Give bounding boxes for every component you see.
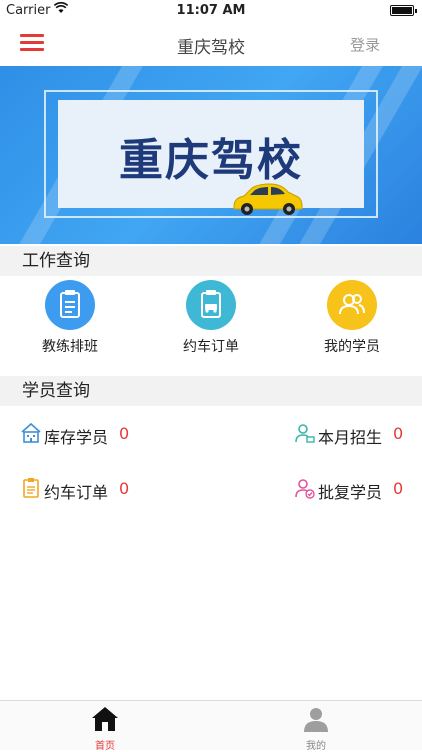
stock-students-label: 库存学员 (44, 428, 109, 447)
home-icon (92, 707, 118, 731)
banner[interactable]: 重庆驾校 (0, 66, 422, 244)
car-booking-orders-label: 约车订单 (183, 339, 239, 355)
students-icon (327, 280, 377, 330)
tab-bar: 首页 我的 (0, 700, 422, 752)
status-bar: Carrier 11:07 AM (0, 0, 422, 22)
banner-title: 重庆驾校 (119, 135, 303, 186)
student-query-header: 学员查询 (0, 376, 422, 406)
login-button[interactable]: 登录 (350, 34, 380, 55)
car-booking-orders-button[interactable]: 约车订单 (151, 280, 271, 356)
tab-home[interactable]: 首页 (75, 705, 135, 752)
approved-students-label: 批复学员 (318, 483, 383, 502)
user-icon (304, 708, 328, 732)
car-order-icon (186, 280, 236, 330)
list-icon (20, 477, 42, 503)
my-students-button[interactable]: 我的学员 (292, 280, 412, 356)
monthly-enrollment-item[interactable]: 本月招生 0 (294, 422, 406, 448)
coach-schedule-label: 教练排班 (42, 339, 98, 355)
stock-students-item[interactable]: 库存学员 0 (20, 422, 140, 448)
clipboard-icon (45, 280, 95, 330)
tab-mine[interactable]: 我的 (286, 705, 346, 752)
building-icon (20, 422, 42, 448)
battery-icon (390, 5, 417, 16)
monthly-enrollment-count: 0 (393, 424, 404, 443)
navigation-bar: 重庆驾校 登录 (0, 22, 422, 66)
user-check-icon (294, 477, 316, 503)
coach-schedule-button[interactable]: 教练排班 (10, 280, 130, 356)
stock-students-count: 0 (119, 424, 130, 443)
my-students-label: 我的学员 (324, 339, 380, 355)
user-add-icon (294, 422, 316, 448)
car-orders-item[interactable]: 约车订单 0 (20, 477, 140, 503)
clock-time: 11:07 AM (176, 3, 246, 18)
work-query-header: 工作查询 (0, 246, 422, 276)
car-icon (230, 182, 304, 220)
approved-students-count: 0 (393, 479, 404, 498)
approved-students-item[interactable]: 批复学员 0 (294, 477, 406, 503)
monthly-enrollment-label: 本月招生 (318, 428, 383, 447)
car-orders-count: 0 (119, 479, 130, 498)
car-orders-label: 约车订单 (44, 483, 109, 502)
